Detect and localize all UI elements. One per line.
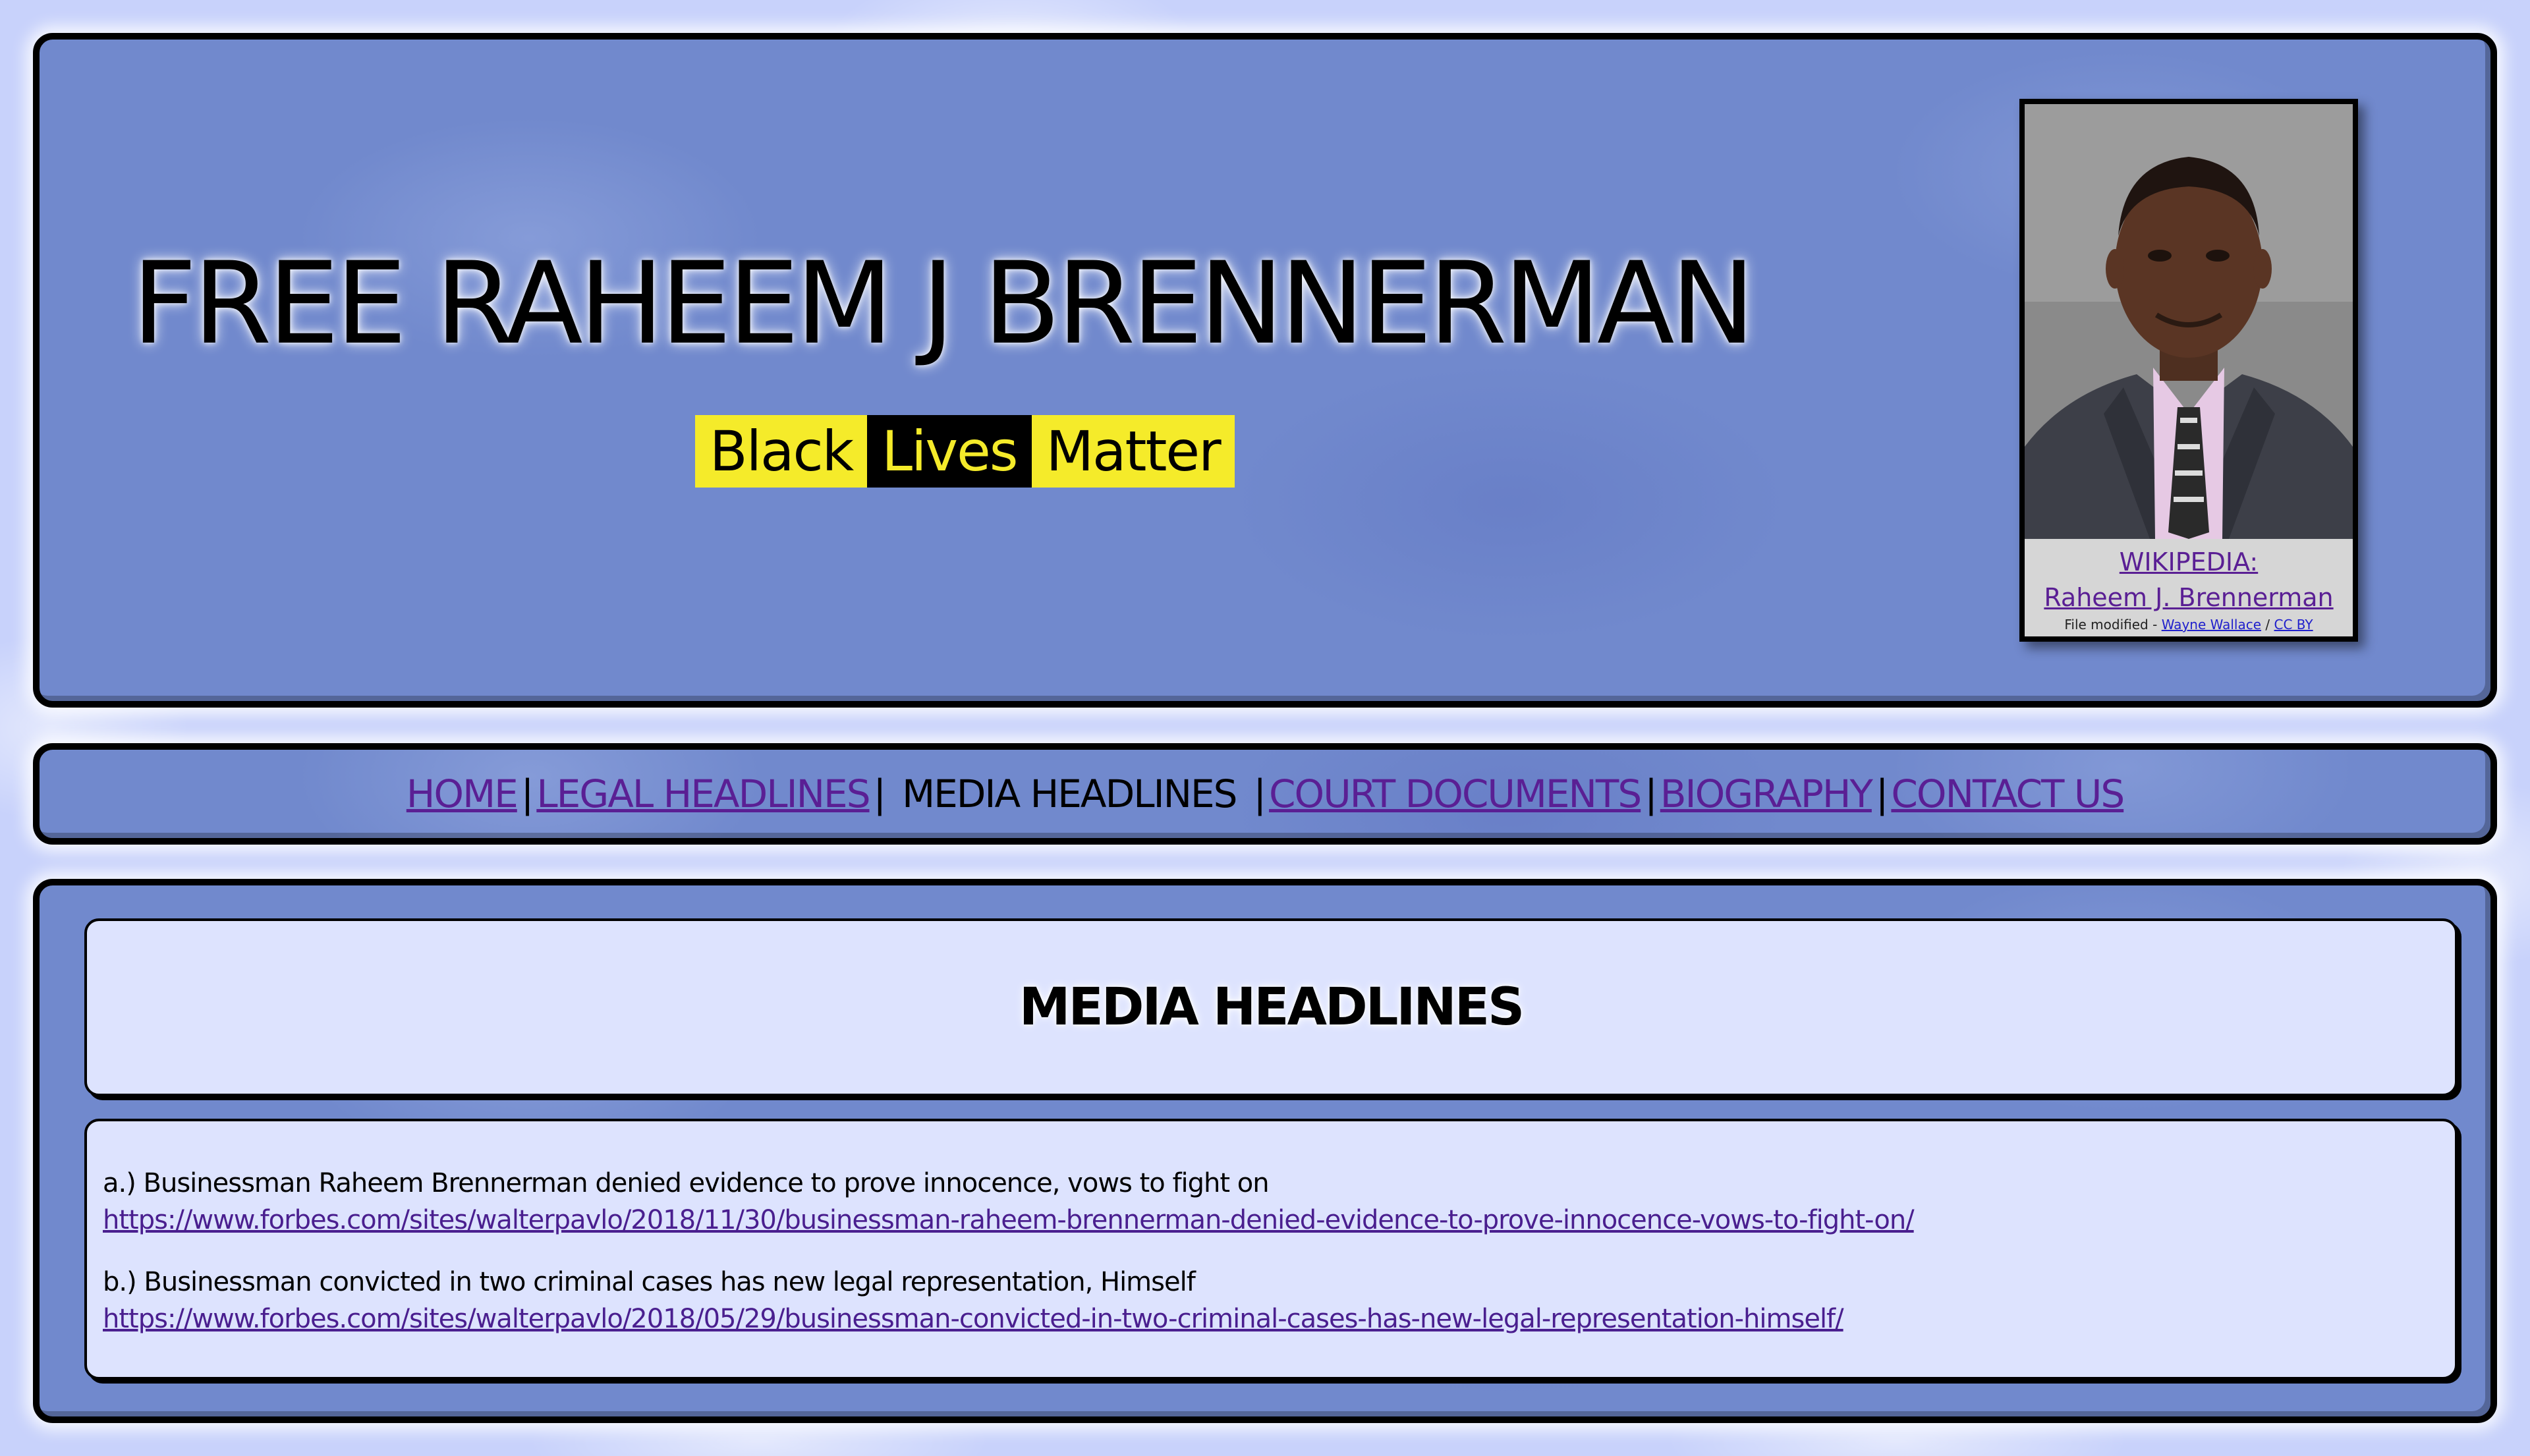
site-title: FREE RAHEEM J BRENNERMAN	[132, 237, 1755, 370]
wikipedia-link-name[interactable]: Raheem J. Brennerman	[2025, 580, 2353, 615]
credit-author-link[interactable]: Wayne Wallace	[2162, 617, 2261, 632]
portrait-card: WIKIPEDIA: Raheem J. Brennerman File mod…	[2019, 99, 2358, 642]
nav-contact-us[interactable]: CONTACT US	[1891, 771, 2125, 816]
content-panel: MEDIA HEADLINES a.) Businessman Raheem B…	[33, 879, 2497, 1423]
credit-separator: /	[2261, 617, 2274, 632]
wikipedia-link-label[interactable]: WIKIPEDIA:	[2025, 544, 2353, 580]
list-item: b.) Businessman convicted in two crimina…	[103, 1264, 2455, 1337]
headline-link[interactable]: https://www.forbes.com/sites/walterpavlo…	[103, 1202, 2455, 1239]
badge-word-black: Black	[695, 415, 868, 488]
header-panel: FREE RAHEEM J BRENNERMAN Black Lives Mat…	[33, 33, 2497, 708]
headline-text: b.) Businessman convicted in two crimina…	[103, 1267, 1196, 1297]
headlines-list: a.) Businessman Raheem Brennerman denied…	[84, 1119, 2458, 1380]
nav-separator: |	[1253, 771, 1267, 816]
badge-word-matter: Matter	[1031, 415, 1235, 488]
portrait-photo	[2025, 104, 2353, 539]
nav-court-documents[interactable]: COURT DOCUMENTS	[1269, 771, 1642, 816]
credit-text: File modified -	[2064, 617, 2162, 632]
navigation-panel: HOME | LEGAL HEADLINES | MEDIA HEADLINES…	[33, 743, 2497, 845]
black-lives-matter-badge: Black Lives Matter	[695, 415, 1235, 488]
main-navigation: HOME | LEGAL HEADLINES | MEDIA HEADLINES…	[40, 750, 2490, 838]
nav-separator: |	[1875, 771, 1889, 816]
portrait-illustration	[2025, 104, 2353, 539]
page-heading: MEDIA HEADLINES	[1019, 978, 1525, 1037]
nav-legal-headlines[interactable]: LEGAL HEADLINES	[536, 771, 870, 816]
nav-separator: |	[520, 771, 534, 816]
list-item: a.) Businessman Raheem Brennerman denied…	[103, 1165, 2455, 1239]
nav-separator: |	[1644, 771, 1658, 816]
nav-home[interactable]: HOME	[407, 771, 519, 816]
headline-link[interactable]: https://www.forbes.com/sites/walterpavlo…	[103, 1301, 2455, 1337]
badge-word-lives: Lives	[867, 415, 1032, 488]
page-heading-box: MEDIA HEADLINES	[84, 918, 2458, 1096]
nav-separator: |	[873, 771, 887, 816]
headline-text: a.) Businessman Raheem Brennerman denied…	[103, 1168, 1270, 1198]
photo-credit: File modified - Wayne Wallace / CC BY	[2025, 615, 2353, 634]
portrait-caption: WIKIPEDIA: Raheem J. Brennerman File mod…	[2025, 539, 2353, 634]
nav-biography[interactable]: BIOGRAPHY	[1660, 771, 1873, 816]
credit-license-link[interactable]: CC BY	[2274, 617, 2313, 632]
nav-media-headlines-current: MEDIA HEADLINES	[902, 771, 1237, 816]
